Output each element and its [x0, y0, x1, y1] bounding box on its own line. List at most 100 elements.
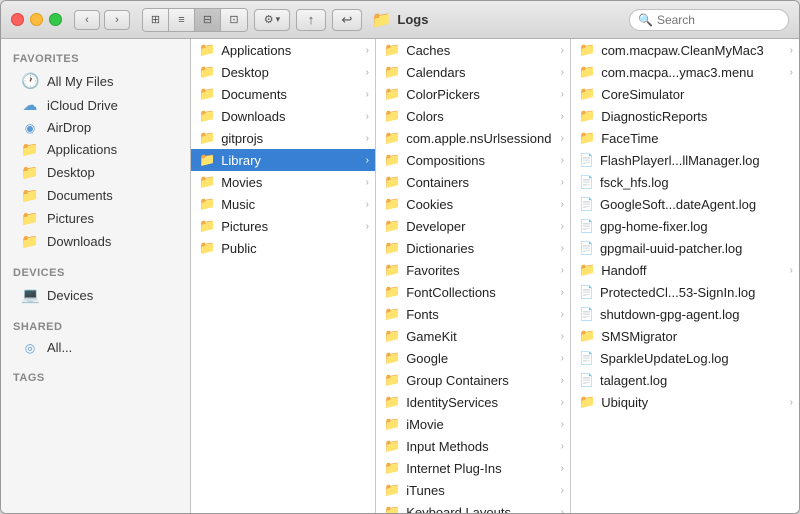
list-item[interactable]: 📁 Colors › — [376, 105, 570, 127]
chevron-right-icon: › — [561, 353, 564, 364]
list-item[interactable]: 📁 Ubiquity › — [571, 391, 799, 413]
list-item[interactable]: 📁 iTunes › — [376, 479, 570, 501]
item-label: FaceTime — [601, 131, 793, 146]
list-item[interactable]: 📁 ColorPickers › — [376, 83, 570, 105]
item-label: iTunes — [406, 483, 554, 498]
list-item[interactable]: 📁 Google › — [376, 347, 570, 369]
sidebar-item-applications[interactable]: 📁 Applications — [5, 138, 186, 161]
list-item[interactable]: 📁 FontCollections › — [376, 281, 570, 303]
share-button[interactable]: ↑ — [296, 9, 326, 31]
view-buttons: ⊞ ≡ ⊟ ⊡ — [142, 8, 248, 32]
chevron-right-icon: › — [561, 89, 564, 100]
list-item[interactable]: 📁 Music › — [191, 193, 375, 215]
list-item[interactable]: 📄 shutdown-gpg-agent.log — [571, 303, 799, 325]
sidebar-item-all-my-files[interactable]: 🕐 All My Files — [5, 69, 186, 93]
list-item[interactable]: 📁 Applications › — [191, 39, 375, 61]
list-item[interactable]: 📄 talagent.log — [571, 369, 799, 391]
sidebar: Favorites 🕐 All My Files ☁ iCloud Drive … — [1, 39, 191, 513]
minimize-button[interactable] — [30, 13, 43, 26]
list-item[interactable]: 📄 ProtectedCl...53-SignIn.log — [571, 281, 799, 303]
list-item[interactable]: 📁 Dictionaries › — [376, 237, 570, 259]
list-item[interactable]: 📄 gpg-home-fixer.log — [571, 215, 799, 237]
close-button[interactable] — [11, 13, 24, 26]
list-item[interactable]: 📄 SparkleUpdateLog.log — [571, 347, 799, 369]
list-item[interactable]: 📁 iMovie › — [376, 413, 570, 435]
list-item[interactable]: 📁 Pictures › — [191, 215, 375, 237]
list-item[interactable]: 📁 Keyboard Layouts › — [376, 501, 570, 513]
sidebar-item-downloads[interactable]: 📁 Downloads — [5, 230, 186, 253]
sidebar-item-all-shared[interactable]: ◎ All... — [5, 337, 186, 358]
list-item[interactable]: 📁 Developer › — [376, 215, 570, 237]
list-item[interactable]: 📁 IdentityServices › — [376, 391, 570, 413]
action-button[interactable]: ⚙ ▾ — [254, 9, 290, 31]
list-item[interactable]: 📁 DiagnosticReports — [571, 105, 799, 127]
item-label: Containers — [406, 175, 554, 190]
list-item[interactable]: 📁 Downloads › — [191, 105, 375, 127]
list-item[interactable]: 📁 GameKit › — [376, 325, 570, 347]
item-label: shutdown-gpg-agent.log — [600, 307, 793, 322]
chevron-right-icon: › — [561, 463, 564, 474]
list-item[interactable]: 📁 gitprojs › — [191, 127, 375, 149]
list-item[interactable]: 📁 Cookies › — [376, 193, 570, 215]
sidebar-item-desktop[interactable]: 📁 Desktop — [5, 161, 186, 184]
list-item[interactable]: 📁 Public — [191, 237, 375, 259]
list-item[interactable]: 📄 fsck_hfs.log — [571, 171, 799, 193]
list-item[interactable]: 📁 Library › — [191, 149, 375, 171]
back-button[interactable]: ‹ — [74, 10, 100, 30]
folder-icon: 📁 — [384, 218, 400, 234]
list-item[interactable]: 📁 com.macpa...ymac3.menu › — [571, 61, 799, 83]
search-input[interactable] — [657, 13, 780, 27]
maximize-button[interactable] — [49, 13, 62, 26]
chevron-right-icon: › — [366, 155, 369, 166]
list-item[interactable]: 📁 Caches › — [376, 39, 570, 61]
folder-icon: 📁 — [579, 64, 595, 80]
list-item[interactable]: 📄 GoogleSoft...dateAgent.log — [571, 193, 799, 215]
list-item[interactable]: 📁 Group Containers › — [376, 369, 570, 391]
list-item[interactable]: 📁 Calendars › — [376, 61, 570, 83]
list-item[interactable]: 📁 Documents › — [191, 83, 375, 105]
list-item[interactable]: 📄 gpgmail-uuid-patcher.log — [571, 237, 799, 259]
folder-icon: 📁 — [384, 460, 400, 476]
sidebar-item-airdrop[interactable]: ◉ AirDrop — [5, 117, 186, 138]
list-item[interactable]: 📁 FaceTime — [571, 127, 799, 149]
folder-icon: 📁 — [199, 152, 215, 168]
view-icon-button[interactable]: ⊞ — [143, 9, 169, 31]
list-item[interactable]: 📁 com.macpaw.CleanMyMac3 › — [571, 39, 799, 61]
list-item[interactable]: 📁 Favorites › — [376, 259, 570, 281]
view-cover-button[interactable]: ⊡ — [221, 9, 247, 31]
applications-icon: 📁 — [21, 141, 39, 158]
item-label: Pictures — [221, 219, 359, 234]
list-item[interactable]: 📁 SMSMigrator — [571, 325, 799, 347]
view-list-button[interactable]: ≡ — [169, 9, 195, 31]
view-column-button[interactable]: ⊟ — [195, 9, 221, 31]
list-item[interactable]: 📁 CoreSimulator — [571, 83, 799, 105]
item-label: Library — [221, 153, 359, 168]
folder-icon: 📁 — [579, 42, 595, 58]
list-item[interactable]: 📁 Containers › — [376, 171, 570, 193]
action-arrow-icon: ▾ — [276, 14, 281, 25]
list-item[interactable]: 📁 Compositions › — [376, 149, 570, 171]
sidebar-item-icloud-drive[interactable]: ☁ iCloud Drive — [5, 93, 186, 117]
list-item[interactable]: 📁 Handoff › — [571, 259, 799, 281]
list-item[interactable]: 📁 com.apple.nsUrlsessiond › — [376, 127, 570, 149]
sidebar-item-devices[interactable]: 💻 Devices — [5, 283, 186, 307]
item-label: SMSMigrator — [601, 329, 793, 344]
list-item[interactable]: 📁 Input Methods › — [376, 435, 570, 457]
chevron-right-icon: › — [366, 67, 369, 78]
list-item[interactable]: 📁 Movies › — [191, 171, 375, 193]
folder-icon: 📁 — [199, 108, 215, 124]
chevron-right-icon: › — [561, 507, 564, 514]
list-item[interactable]: 📄 FlashPlayerl...llManager.log — [571, 149, 799, 171]
sidebar-item-pictures[interactable]: 📁 Pictures — [5, 207, 186, 230]
list-item[interactable]: 📁 Desktop › — [191, 61, 375, 83]
forward-button[interactable]: › — [104, 10, 130, 30]
sidebar-item-label: Desktop — [47, 165, 95, 180]
chevron-right-icon: › — [561, 287, 564, 298]
folder-icon: 📁 — [199, 130, 215, 146]
folder-icon: 📁 — [579, 86, 595, 102]
list-item[interactable]: 📁 Internet Plug-Ins › — [376, 457, 570, 479]
arrange-button[interactable]: ↩ — [332, 9, 362, 31]
list-item[interactable]: 📁 Fonts › — [376, 303, 570, 325]
search-box[interactable]: 🔍 — [629, 9, 789, 31]
sidebar-item-documents[interactable]: 📁 Documents — [5, 184, 186, 207]
